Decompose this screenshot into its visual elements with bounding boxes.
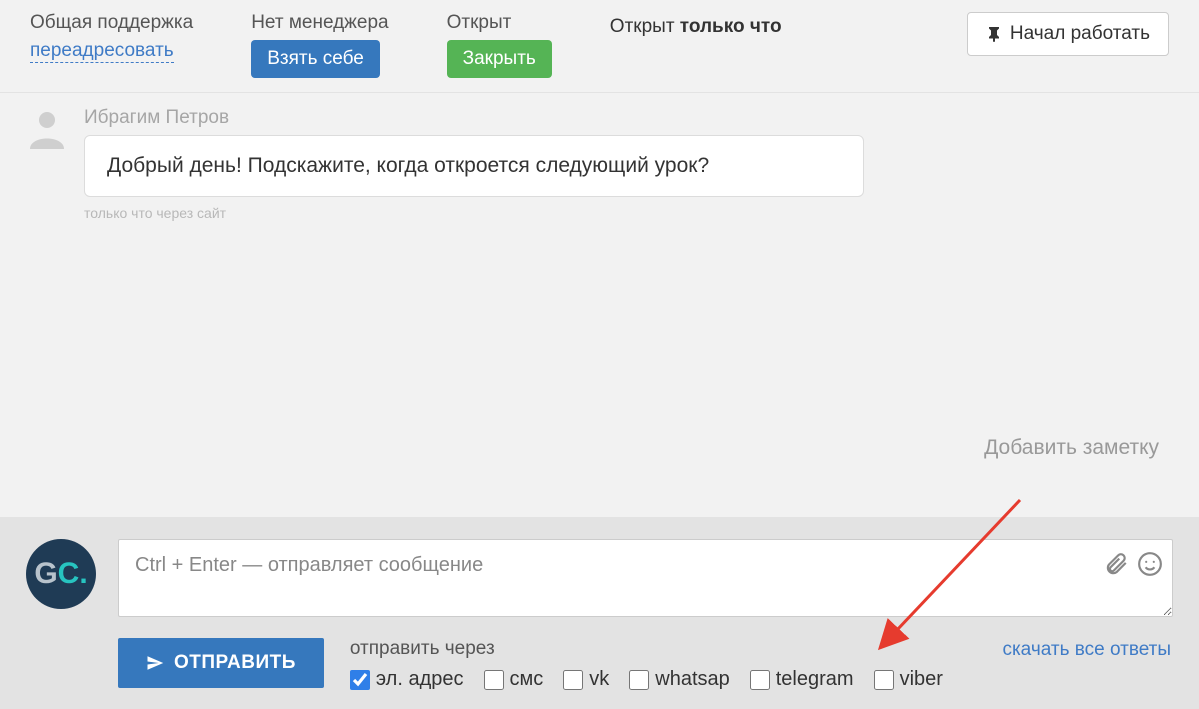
compose-area: GC. ОТПРАВИТЬ о <box>0 517 1199 709</box>
status-bold: только что <box>680 16 782 37</box>
channel-telegram[interactable]: telegram <box>750 668 854 691</box>
pin-icon <box>986 26 1002 42</box>
topbar: Общая поддержка переадресовать Нет менед… <box>0 0 1199 93</box>
conversation: Ибрагим Петров Добрый день! Подскажите, … <box>0 93 1199 221</box>
channel-email-label: эл. адрес <box>376 668 464 691</box>
avatar-c: C <box>58 557 80 591</box>
channel-whatsapp[interactable]: whatsap <box>629 668 730 691</box>
take-ticket-button[interactable]: Взять себе <box>251 40 380 78</box>
emoji-icon[interactable] <box>1137 551 1163 577</box>
channel-sms-label: смс <box>510 668 544 691</box>
sender-name[interactable]: Ибрагим Петров <box>84 107 864 129</box>
attachment-icon[interactable] <box>1103 551 1129 577</box>
close-ticket-button[interactable]: Закрыть <box>447 40 552 78</box>
download-all-answers-link[interactable]: скачать все ответы <box>1002 639 1171 661</box>
avatar-g: G <box>34 557 57 591</box>
send-button[interactable]: ОТПРАВИТЬ <box>118 638 324 688</box>
start-work-label: Начал работать <box>1010 23 1150 45</box>
channel-whatsapp-label: whatsap <box>655 668 730 691</box>
open-col: Открыт Закрыть <box>447 12 552 78</box>
textarea-wrap <box>118 539 1173 622</box>
message-meta: только что через сайт <box>84 205 864 221</box>
compose-toolbar <box>1103 551 1163 577</box>
message-body: Ибрагим Петров Добрый день! Подскажите, … <box>84 107 864 221</box>
channel-email-checkbox[interactable] <box>350 670 370 690</box>
manager-col: Нет менеджера Взять себе <box>251 12 388 78</box>
channel-sms[interactable]: смс <box>484 668 544 691</box>
channel-telegram-label: telegram <box>776 668 854 691</box>
status-prefix: Открыт <box>610 16 680 37</box>
channel-telegram-checkbox[interactable] <box>750 670 770 690</box>
channel-vk-label: vk <box>589 668 609 691</box>
avatar-dot: . <box>79 557 87 591</box>
support-label: Общая поддержка <box>30 12 193 34</box>
send-via: отправить через эл. адрес смс vk whatsap <box>350 638 943 691</box>
compose-row: GC. <box>26 539 1173 622</box>
add-note-link[interactable]: Добавить заметку <box>984 436 1159 460</box>
message-bubble: Добрый день! Подскажите, когда откроется… <box>84 135 864 197</box>
avatar <box>26 107 68 149</box>
channel-whatsapp-checkbox[interactable] <box>629 670 649 690</box>
person-icon <box>26 107 68 149</box>
agent-avatar: GC. <box>26 539 96 609</box>
channels: эл. адрес смс vk whatsap telegram <box>350 668 943 691</box>
channel-viber[interactable]: viber <box>874 668 943 691</box>
start-work-button[interactable]: Начал работать <box>967 12 1169 56</box>
channel-vk[interactable]: vk <box>563 668 609 691</box>
channel-vk-checkbox[interactable] <box>563 670 583 690</box>
manager-label: Нет менеджера <box>251 12 388 34</box>
channel-viber-label: viber <box>900 668 943 691</box>
topbar-right: Начал работать <box>967 12 1169 56</box>
forward-link[interactable]: переадресовать <box>30 40 174 63</box>
support-col: Общая поддержка переадресовать <box>30 12 193 63</box>
channel-viber-checkbox[interactable] <box>874 670 894 690</box>
channel-sms-checkbox[interactable] <box>484 670 504 690</box>
channel-email[interactable]: эл. адрес <box>350 668 464 691</box>
message-input[interactable] <box>118 539 1173 617</box>
status-text: Открыт только что <box>610 12 782 38</box>
send-button-label: ОТПРАВИТЬ <box>174 652 296 674</box>
message-row: Ибрагим Петров Добрый день! Подскажите, … <box>26 107 1173 221</box>
open-label: Открыт <box>447 12 552 34</box>
send-via-label: отправить через <box>350 638 943 660</box>
paper-plane-icon <box>146 654 164 672</box>
